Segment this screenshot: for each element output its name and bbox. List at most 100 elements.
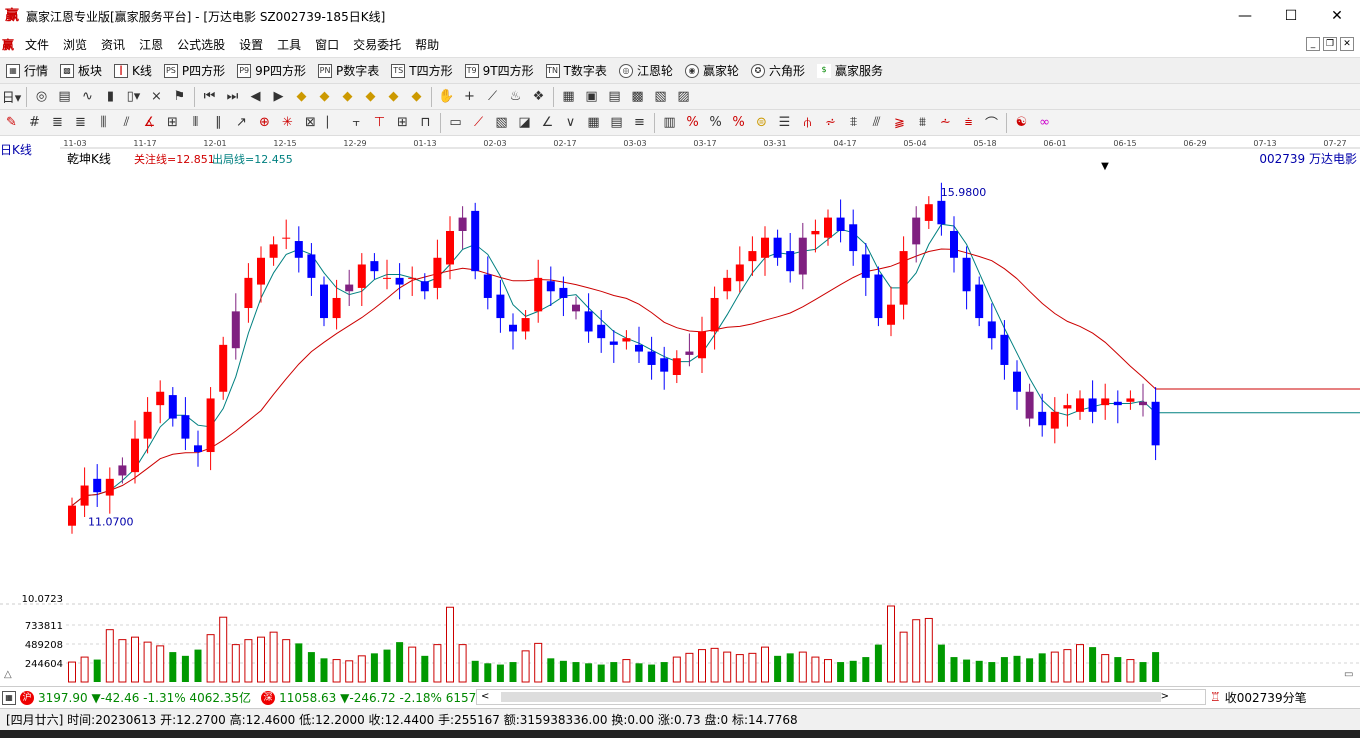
speed-icon[interactable]: ⩨ <box>842 112 865 134</box>
next-icon[interactable]: ▶ <box>267 86 290 108</box>
percent-box-icon[interactable]: % <box>727 112 750 134</box>
box-x-icon[interactable]: ⊠ <box>299 112 322 134</box>
last-page-icon[interactable]: ⏭ <box>221 86 244 108</box>
zigzag-icon[interactable]: ∨ <box>559 112 582 134</box>
menu-file[interactable]: 文件 <box>18 36 56 53</box>
level-icon[interactable]: ☰ <box>773 112 796 134</box>
scroll-right-icon[interactable]: > <box>1161 690 1169 704</box>
save-icon[interactable]: ▩ <box>626 86 649 108</box>
fib-icon[interactable]: ≣ <box>46 112 69 134</box>
mark-icon[interactable]: ⊤ <box>368 112 391 134</box>
toolbar-winner-service[interactable]: $ 赢家服务 <box>811 59 889 83</box>
menu-window[interactable]: 窗口 <box>308 36 346 53</box>
pitchfork-icon[interactable]: ⫛ <box>796 112 819 134</box>
zoom-out-icon[interactable]: ◆ <box>313 86 336 108</box>
vertical-line-icon[interactable]: ⎸ <box>322 112 345 134</box>
bar-chart-icon[interactable]: ▮ <box>99 86 122 108</box>
gann-circle-icon[interactable]: ◎ <box>30 86 53 108</box>
export-icon[interactable]: ▨ <box>672 86 695 108</box>
expand-right-icon[interactable]: ▭ <box>1344 669 1353 680</box>
shenzhen-badge[interactable]: 深 <box>261 690 276 705</box>
flag-icon[interactable]: ⚑ <box>168 86 191 108</box>
tick-quote-button[interactable]: ♖ 收002739分笔 <box>1210 689 1307 705</box>
toolbar-quotes[interactable]: ▦ 行情 <box>0 59 54 83</box>
notes-icon[interactable]: ▤ <box>603 86 626 108</box>
toolbar-9t-square[interactable]: T9 9T四方形 <box>459 59 540 83</box>
toolbar-hexagon[interactable]: ✪ 六角形 <box>745 59 811 83</box>
retrace-icon[interactable]: ⩫ <box>819 112 842 134</box>
gold-circle-icon[interactable]: ⊜ <box>750 112 773 134</box>
calendar-icon[interactable]: ▤ <box>53 86 76 108</box>
spiral-icon[interactable]: ⩪ <box>934 112 957 134</box>
arc-icon[interactable]: ⌒ <box>980 112 1003 134</box>
channel-icon[interactable]: ⫽ <box>115 112 138 134</box>
gann-box-icon[interactable]: ⫺ <box>888 112 911 134</box>
horizontal-scrollbar[interactable]: < > <box>476 689 1206 705</box>
calculator-icon[interactable]: ▣ <box>580 86 603 108</box>
bracket-icon[interactable]: ⊓ <box>414 112 437 134</box>
ladder-icon[interactable]: ⊞ <box>391 112 414 134</box>
square-icon[interactable]: ⩧ <box>957 112 980 134</box>
fib-time-icon[interactable]: ≣ <box>69 112 92 134</box>
toolbar-winner-wheel[interactable]: ◉ 赢家轮 <box>679 59 745 83</box>
infinity-icon[interactable]: ∞ <box>1033 112 1056 134</box>
angle-icon[interactable]: ∡ <box>138 112 161 134</box>
pen-icon[interactable]: ✎ <box>0 112 23 134</box>
network-icon[interactable]: ❖ <box>527 86 550 108</box>
yinyang-icon[interactable]: ☯ <box>1010 112 1033 134</box>
grid-icon[interactable]: ▦ <box>2 690 16 705</box>
toolbar-p-square[interactable]: PS P四方形 <box>158 59 231 83</box>
scroll-left-icon[interactable]: < <box>481 690 489 704</box>
toolbar-t-number-table[interactable]: TN T数字表 <box>540 59 613 83</box>
wave-icon[interactable]: ∿ <box>76 86 99 108</box>
toolbar-t-square[interactable]: TS T四方形 <box>385 59 458 83</box>
fib-fan-icon[interactable]: ⫼ <box>92 112 115 134</box>
horizontal-line-icon[interactable]: ⫟ <box>345 112 368 134</box>
box-icon[interactable]: ▭ <box>444 112 467 134</box>
print-icon[interactable]: ▧ <box>649 86 672 108</box>
menu-browse[interactable]: 浏览 <box>56 36 94 53</box>
shrink-icon[interactable]: ◆ <box>405 86 428 108</box>
circle-grid-icon[interactable]: ⊞ <box>161 112 184 134</box>
arrow-icon[interactable]: ↗ <box>230 112 253 134</box>
gann-fan-icon[interactable]: ⫻ <box>865 112 888 134</box>
hand-tool-icon[interactable]: ✋ <box>435 86 458 108</box>
diagonal-box-icon[interactable]: ◪ <box>513 112 536 134</box>
toolbar-kline[interactable]: ┃ K线 <box>108 59 158 83</box>
grid-tool-icon[interactable]: # <box>23 112 46 134</box>
line-draw-icon[interactable]: ⟋ <box>481 86 504 108</box>
menu-tools[interactable]: 工具 <box>270 36 308 53</box>
color-icon[interactable]: ♨ <box>504 86 527 108</box>
mdi-restore-button[interactable]: ❐ <box>1323 37 1337 51</box>
cross-tool-icon[interactable]: ⨯ <box>145 86 168 108</box>
target-icon[interactable]: ⊕ <box>253 112 276 134</box>
menu-formula-screen[interactable]: 公式选股 <box>170 36 232 53</box>
menu-news[interactable]: 资讯 <box>94 36 132 53</box>
grid2-icon[interactable]: ▤ <box>605 112 628 134</box>
menu-trade[interactable]: 交易委托 <box>346 36 408 53</box>
first-page-icon[interactable]: ⏮ <box>198 86 221 108</box>
toolbar-gann-wheel[interactable]: ◎ 江恩轮 <box>613 59 679 83</box>
toolbar-p-number-table[interactable]: PN P数字表 <box>312 59 385 83</box>
menu-help[interactable]: 帮助 <box>408 36 446 53</box>
grid-icon[interactable]: ▦ <box>582 112 605 134</box>
percent-slash-icon[interactable]: % <box>681 112 704 134</box>
multi-line-icon[interactable]: ≡ <box>628 112 651 134</box>
menu-settings[interactable]: 设置 <box>232 36 270 53</box>
shanghai-badge[interactable]: 沪 <box>20 690 34 705</box>
zoom-in-icon[interactable]: ◆ <box>290 86 313 108</box>
square-fan-icon[interactable]: ▧ <box>490 112 513 134</box>
scroll-down-icon[interactable]: ◆ <box>359 86 382 108</box>
scroll-thumb[interactable] <box>501 692 1161 702</box>
maximize-button[interactable]: ☐ <box>1268 0 1314 32</box>
collapse-up-icon[interactable]: △ <box>4 669 12 680</box>
date-icon[interactable]: ▦ <box>557 86 580 108</box>
crosshair-icon[interactable]: + <box>458 86 481 108</box>
trend-icon[interactable]: ∠ <box>536 112 559 134</box>
percent-icon[interactable]: % <box>704 112 727 134</box>
mdi-minimize-button[interactable]: _ <box>1306 37 1320 51</box>
candle-select-icon[interactable]: ▯▾ <box>122 86 145 108</box>
menu-gann[interactable]: 江恩 <box>132 36 170 53</box>
close-button[interactable]: ✕ <box>1314 0 1360 32</box>
vertical-lines-icon[interactable]: ⫴ <box>184 112 207 134</box>
